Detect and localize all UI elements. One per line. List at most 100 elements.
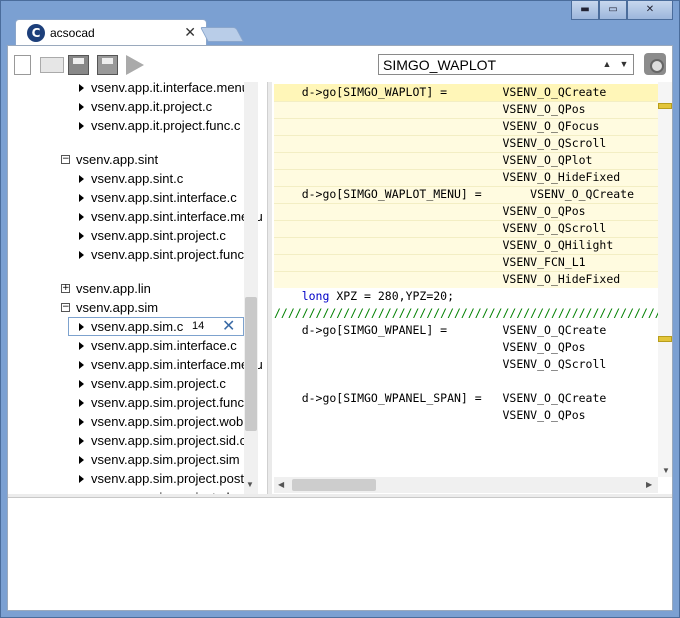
camera-icon[interactable]: [644, 53, 666, 75]
symbol-search-combo[interactable]: SIMGO_WAPLOT ▲ ▼: [378, 54, 634, 75]
expand-arrow-icon[interactable]: [79, 194, 84, 202]
save-icon[interactable]: [68, 55, 89, 75]
expand-icon[interactable]: +: [61, 284, 70, 293]
file-tree: vsenv.app.it.interface.menu vsenv.app.it.…: [8, 82, 266, 494]
tree-folder[interactable]: − vsenv.app.sint: [8, 150, 244, 169]
code-line[interactable]: VSENV_O_QScroll: [274, 135, 606, 152]
tree-file[interactable]: vsenv.app.it.project.c: [8, 97, 244, 116]
tree-file-label: vsenv.app.sim.project.post: [91, 471, 244, 486]
scroll-left-arrow-icon[interactable]: ◀: [278, 480, 284, 489]
expand-arrow-icon[interactable]: [79, 437, 84, 445]
editor-horizontal-thumb[interactable]: [292, 479, 376, 491]
code-line[interactable]: d->go[SIMGO_WAPLOT_MENU] = VSENV_O_QCrea…: [274, 186, 634, 203]
tree-file[interactable]: vsenv.app.sim.project.post: [8, 469, 244, 488]
tree-file[interactable]: vsenv.app.sim.project.func: [8, 393, 244, 412]
code-line[interactable]: d->go[SIMGO_WAPLOT] = VSENV_O_QCreate: [274, 84, 607, 101]
tab-strip: C acsocad ✕ ▬ ▭ ✕: [1, 1, 679, 46]
app-window: C acsocad ✕ ▬ ▭ ✕ SIMGO_WAPLOT ▲ ▼ vsenv…: [0, 0, 680, 618]
code-line[interactable]: VSENV_O_HideFixed: [274, 271, 620, 288]
search-match-marker[interactable]: [658, 336, 672, 342]
save-all-icon[interactable]: [97, 55, 118, 75]
expand-arrow-icon[interactable]: [79, 323, 84, 331]
expand-arrow-icon[interactable]: [79, 122, 84, 130]
tree-file[interactable]: vsenv.app.sim.project.wob: [8, 412, 244, 431]
restore-button[interactable]: ▭: [599, 1, 627, 20]
scroll-down-arrow-icon[interactable]: ▼: [662, 466, 670, 475]
tree-file[interactable]: vsenv.app.sint.interface.menu: [8, 207, 263, 226]
expand-arrow-icon[interactable]: [79, 361, 84, 369]
horizontal-splitter[interactable]: [8, 494, 672, 498]
chevron-down-icon[interactable]: ▼: [616, 56, 632, 73]
collapse-icon[interactable]: −: [61, 155, 70, 164]
tree-file[interactable]: vsenv.app.it.project.func.c: [8, 116, 244, 135]
expand-arrow-icon[interactable]: [79, 175, 84, 183]
chevron-up-icon[interactable]: ▲: [599, 56, 615, 73]
code-line[interactable]: d->go[SIMGO_WPANEL] = VSENV_O_QCreate: [274, 322, 607, 339]
expand-arrow-icon[interactable]: [79, 342, 84, 350]
code-line[interactable]: VSENV_O_QScroll: [274, 356, 606, 373]
expand-arrow-icon[interactable]: [79, 418, 84, 426]
code-line[interactable]: VSENV_O_QPlot: [274, 152, 592, 169]
expand-arrow-icon[interactable]: [79, 232, 84, 240]
code-line[interactable]: long XPZ = 280,YPZ=20;: [274, 288, 454, 305]
search-match-marker[interactable]: [658, 103, 672, 109]
tree-file[interactable]: vsenv.app.sint.project.c: [8, 226, 244, 245]
code-line[interactable]: VSENV_FCN_L1: [274, 254, 585, 271]
tree-file-selected[interactable]: vsenv.app.sim.c 14 ✕: [8, 316, 244, 336]
open-folder-icon[interactable]: [40, 57, 64, 73]
new-file-icon[interactable]: [14, 55, 31, 75]
code-line[interactable]: VSENV_O_QPos: [274, 101, 585, 118]
vertical-splitter[interactable]: [267, 82, 272, 494]
code-line[interactable]: VSENV_O_QFocus: [274, 118, 599, 135]
code-text: XPZ = 280,YPZ=20;: [329, 289, 455, 303]
close-window-button[interactable]: ✕: [627, 1, 673, 20]
expand-arrow-icon[interactable]: [79, 213, 84, 221]
symbol-search-value[interactable]: SIMGO_WAPLOT: [383, 57, 496, 73]
tab-close-icon[interactable]: ✕: [184, 24, 196, 41]
tree-scrollbar[interactable]: [244, 82, 258, 494]
expand-arrow-icon[interactable]: [79, 251, 84, 259]
tree-file[interactable]: vsenv.app.sint.interface.c: [8, 188, 244, 207]
tree-file[interactable]: vsenv.app.sim.project.sid.c: [8, 431, 246, 450]
tree-file-label: vsenv.app.sint.project.func: [91, 247, 244, 262]
scroll-right-arrow-icon[interactable]: ▶: [646, 480, 652, 489]
tab-acsocad[interactable]: C acsocad ✕: [15, 19, 207, 46]
tree-file[interactable]: vsenv.app.sim.project.c: [8, 374, 244, 393]
scroll-down-arrow-icon[interactable]: ▼: [246, 480, 254, 489]
run-icon[interactable]: [126, 55, 144, 75]
code-line[interactable]: d->go[SIMGO_WPANEL_SPAN] = VSENV_O_QCrea…: [274, 390, 607, 407]
expand-arrow-icon[interactable]: [79, 380, 84, 388]
code-line[interactable]: ////////////////////////////////////////…: [274, 305, 658, 322]
tree-file-label: vsenv.app.sint.project.c: [91, 228, 226, 243]
tree-file[interactable]: vsenv.app.it.interface.menu: [8, 82, 249, 97]
minimize-button[interactable]: ▬: [571, 1, 599, 20]
code-line[interactable]: VSENV_O_QPos: [274, 203, 585, 220]
tree-file[interactable]: vsenv.app.sim.interface.c: [8, 336, 244, 355]
code-line[interactable]: VSENV_O_QHilight: [274, 237, 613, 254]
expand-arrow-icon[interactable]: [79, 399, 84, 407]
tree-scrollbar-thumb[interactable]: [245, 297, 257, 431]
tree-file[interactable]: vsenv.app.sim.interface.menu: [8, 355, 263, 374]
code-line[interactable]: VSENV_O_QScroll: [274, 220, 606, 237]
new-tab-button[interactable]: [200, 27, 244, 42]
output-pane[interactable]: [8, 499, 672, 610]
code-line[interactable]: VSENV_O_QPos: [274, 339, 585, 356]
editor-vertical-scrollbar[interactable]: [658, 82, 672, 477]
remove-icon[interactable]: ✕: [222, 316, 235, 335]
tree-file[interactable]: vsenv.app.sim.project.sim: [8, 450, 244, 469]
tree-folder[interactable]: + vsenv.app.lin: [8, 279, 244, 298]
expand-arrow-icon[interactable]: [79, 103, 84, 111]
expand-arrow-icon[interactable]: [79, 475, 84, 483]
tree-file-label: vsenv.app.sint.c: [91, 171, 184, 186]
tree-file[interactable]: vsenv.app.sint.c: [8, 169, 244, 188]
tree-folder[interactable]: − vsenv.app.sim: [8, 298, 244, 317]
tree-file-label: vsenv.app.sint.interface.c: [91, 190, 237, 205]
expand-arrow-icon[interactable]: [79, 84, 84, 92]
code-editor[interactable]: d->go[SIMGO_WAPLOT] = VSENV_O_QCreate VS…: [274, 82, 658, 477]
expand-arrow-icon[interactable]: [79, 456, 84, 464]
tree-file[interactable]: vsenv.app.sint.project.func: [8, 245, 244, 264]
collapse-icon[interactable]: −: [61, 303, 70, 312]
code-line[interactable]: VSENV_O_QPos: [274, 407, 585, 424]
code-line[interactable]: VSENV_O_HideFixed: [274, 169, 620, 186]
